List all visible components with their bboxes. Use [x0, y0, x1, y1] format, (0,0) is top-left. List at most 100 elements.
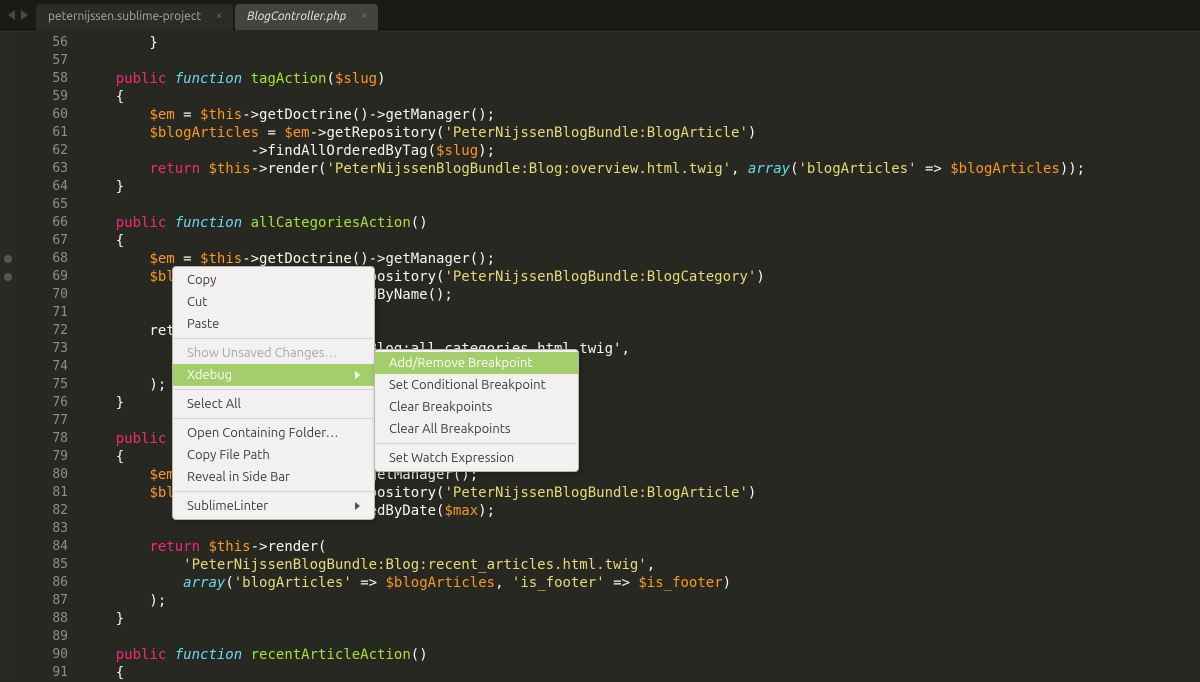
code-line[interactable]: public function allCategoriesAction()	[82, 214, 1200, 232]
line-number[interactable]: 65	[16, 196, 68, 214]
code-line[interactable]: public function recentArticleAction()	[82, 646, 1200, 664]
gutter-mark[interactable]	[0, 250, 16, 268]
gutter-mark[interactable]	[0, 430, 16, 448]
tab-project[interactable]: peternijssen.sublime-project ×	[36, 4, 233, 30]
line-number[interactable]: 90	[16, 646, 68, 664]
gutter-mark[interactable]	[0, 34, 16, 52]
line-number[interactable]: 74	[16, 358, 68, 376]
gutter-mark[interactable]	[0, 142, 16, 160]
code-line[interactable]: $em = $this->getDoctrine()->getManager()…	[82, 106, 1200, 124]
menu-item[interactable]: Set Watch Expression	[375, 447, 578, 469]
gutter-mark[interactable]	[0, 556, 16, 574]
line-number[interactable]: 71	[16, 304, 68, 322]
code-line[interactable]: array('blogArticles' => $blogArticles, '…	[82, 574, 1200, 592]
gutter-mark[interactable]	[0, 484, 16, 502]
line-number[interactable]: 70	[16, 286, 68, 304]
line-number[interactable]: 75	[16, 376, 68, 394]
gutter-mark[interactable]	[0, 88, 16, 106]
line-number[interactable]: 68	[16, 250, 68, 268]
code-line[interactable]: }	[82, 178, 1200, 196]
code-line[interactable]	[82, 520, 1200, 538]
code-line[interactable]: return $this->render(	[82, 538, 1200, 556]
gutter-mark[interactable]	[0, 358, 16, 376]
line-number[interactable]: 87	[16, 592, 68, 610]
line-number[interactable]: 83	[16, 520, 68, 538]
code-line[interactable]: 'PeterNijssenBlogBundle:Blog:recent_arti…	[82, 556, 1200, 574]
code-line[interactable]	[82, 196, 1200, 214]
line-number[interactable]: 59	[16, 88, 68, 106]
code-line[interactable]: return $this->render('PeterNijssenBlogBu…	[82, 160, 1200, 178]
gutter-mark[interactable]	[0, 376, 16, 394]
gutter-mark[interactable]	[0, 232, 16, 250]
gutter-mark[interactable]	[0, 466, 16, 484]
gutter-mark[interactable]	[0, 394, 16, 412]
gutter-mark[interactable]	[0, 160, 16, 178]
gutter-mark[interactable]	[0, 520, 16, 538]
code-line[interactable]: {	[82, 664, 1200, 682]
line-number[interactable]: 82	[16, 502, 68, 520]
gutter-mark[interactable]	[0, 664, 16, 682]
menu-item[interactable]: Select All	[173, 393, 374, 415]
code-line[interactable]: );	[82, 592, 1200, 610]
gutter-mark[interactable]	[0, 196, 16, 214]
line-number[interactable]: 80	[16, 466, 68, 484]
line-number[interactable]: 91	[16, 664, 68, 682]
gutter-mark[interactable]	[0, 322, 16, 340]
code-line[interactable]	[82, 52, 1200, 70]
gutter-mark[interactable]	[0, 592, 16, 610]
gutter-mark[interactable]	[0, 340, 16, 358]
code-line[interactable]: $blogArticles = $em->getRepository('Pete…	[82, 124, 1200, 142]
menu-item[interactable]: Clear Breakpoints	[375, 396, 578, 418]
line-number[interactable]: 56	[16, 34, 68, 52]
menu-item[interactable]: Copy	[173, 269, 374, 291]
line-number[interactable]: 79	[16, 448, 68, 466]
line-number[interactable]: 85	[16, 556, 68, 574]
menu-item[interactable]: Open Containing Folder…	[173, 422, 374, 444]
line-number[interactable]: 84	[16, 538, 68, 556]
gutter-mark[interactable]	[0, 448, 16, 466]
line-number[interactable]: 57	[16, 52, 68, 70]
menu-item[interactable]: Paste	[173, 313, 374, 335]
line-number[interactable]: 78	[16, 430, 68, 448]
menu-item[interactable]: Set Conditional Breakpoint	[375, 374, 578, 396]
line-number[interactable]: 63	[16, 160, 68, 178]
gutter-mark[interactable]	[0, 574, 16, 592]
line-number[interactable]: 76	[16, 394, 68, 412]
tab-file[interactable]: BlogController.php ×	[235, 4, 378, 30]
line-number[interactable]: 58	[16, 70, 68, 88]
line-number[interactable]: 67	[16, 232, 68, 250]
gutter-mark[interactable]	[0, 304, 16, 322]
close-icon[interactable]: ×	[213, 10, 225, 22]
menu-item[interactable]: Add/Remove Breakpoint	[375, 352, 578, 374]
gutter-mark[interactable]	[0, 610, 16, 628]
line-number-gutter[interactable]: 5657585960616263646566676869707172737475…	[16, 30, 76, 677]
gutter-mark[interactable]	[0, 70, 16, 88]
menu-item[interactable]: SublimeLinter	[173, 495, 374, 517]
line-number[interactable]: 86	[16, 574, 68, 592]
line-number[interactable]: 89	[16, 628, 68, 646]
menu-item[interactable]: Xdebug	[173, 364, 374, 386]
gutter-mark[interactable]	[0, 52, 16, 70]
line-number[interactable]: 66	[16, 214, 68, 232]
line-number[interactable]: 69	[16, 268, 68, 286]
nav-back-icon[interactable]	[8, 10, 15, 20]
gutter-mark[interactable]	[0, 646, 16, 664]
close-icon[interactable]: ×	[358, 10, 370, 22]
gutter-mark[interactable]	[0, 106, 16, 124]
line-number[interactable]: 72	[16, 322, 68, 340]
gutter-mark[interactable]	[0, 268, 16, 286]
gutter-mark[interactable]	[0, 286, 16, 304]
line-number[interactable]: 62	[16, 142, 68, 160]
code-line[interactable]: }	[82, 610, 1200, 628]
gutter-mark[interactable]	[0, 214, 16, 232]
line-number[interactable]: 61	[16, 124, 68, 142]
menu-item[interactable]: Clear All Breakpoints	[375, 418, 578, 440]
gutter-mark[interactable]	[0, 178, 16, 196]
line-number[interactable]: 88	[16, 610, 68, 628]
nav-forward-icon[interactable]	[21, 10, 28, 20]
line-number[interactable]: 73	[16, 340, 68, 358]
code-line[interactable]: public function tagAction($slug)	[82, 70, 1200, 88]
gutter-mark[interactable]	[0, 412, 16, 430]
line-number[interactable]: 77	[16, 412, 68, 430]
menu-item[interactable]: Copy File Path	[173, 444, 374, 466]
